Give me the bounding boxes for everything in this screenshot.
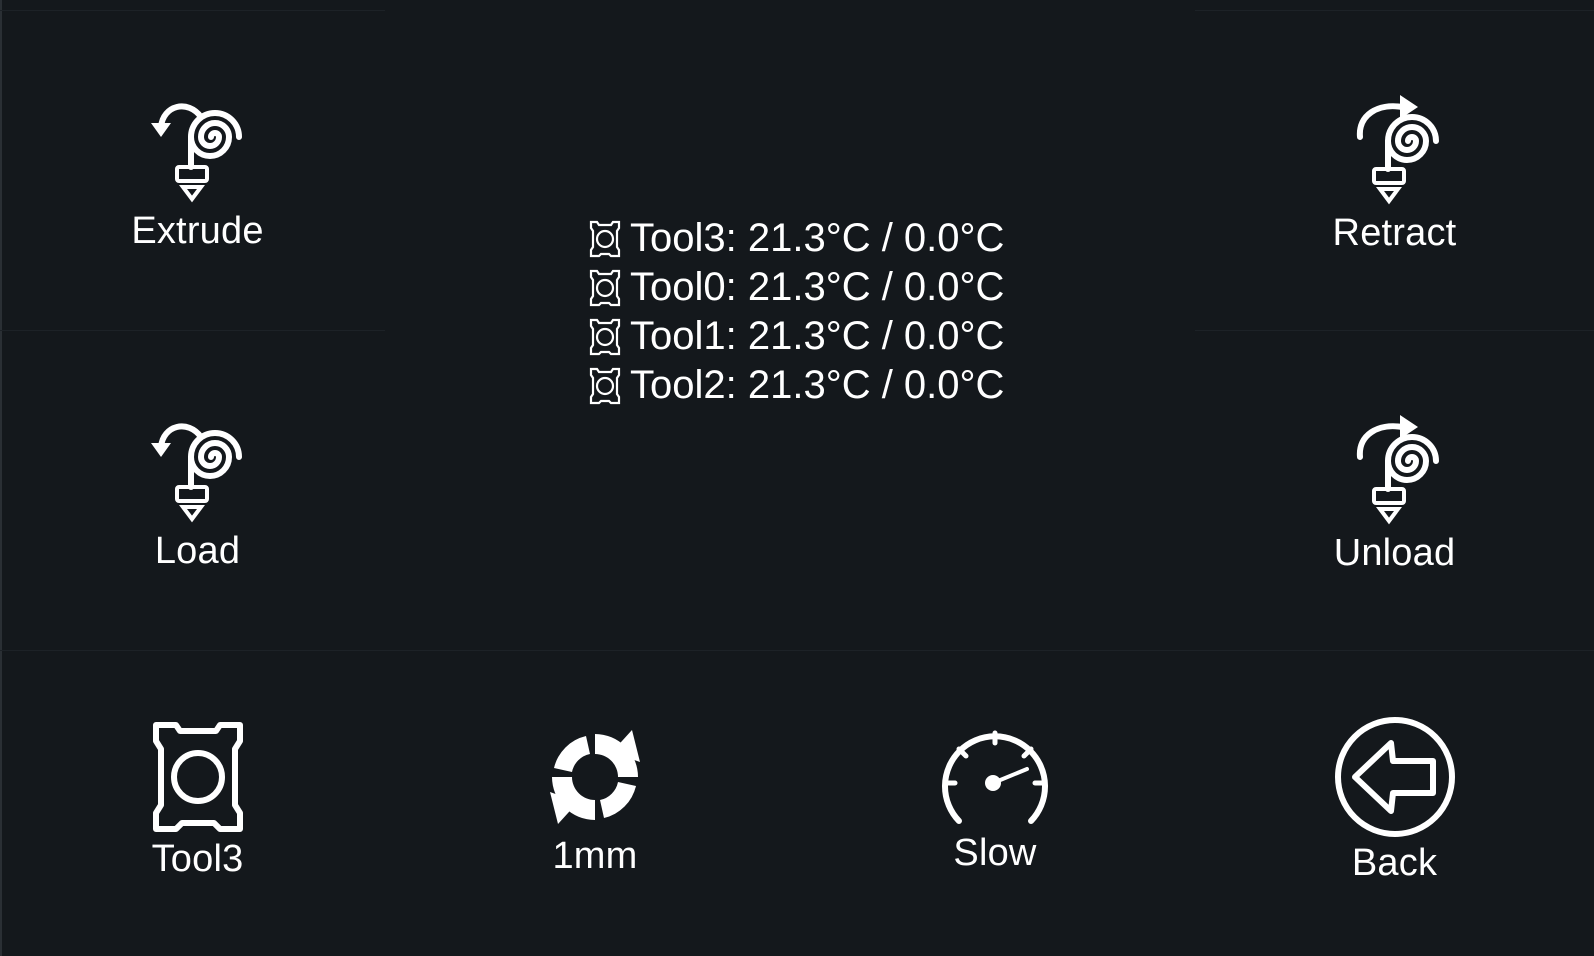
tool-select-button[interactable]: Tool3	[0, 650, 395, 950]
unload-label: Unload	[1333, 532, 1456, 574]
speed-label: Slow	[953, 832, 1037, 874]
temperature-text: Tool3: 21.3°C / 0.0°C	[630, 216, 1005, 260]
speedometer-icon	[942, 730, 1048, 824]
tool-select-label: Tool3	[151, 838, 244, 880]
extruder-tool-icon	[589, 318, 621, 355]
extruder-tool-icon	[589, 269, 621, 306]
distance-label: 1mm	[552, 835, 638, 877]
extruder-tool-icon	[589, 367, 621, 404]
extruder-tool-icon	[589, 220, 621, 257]
retract-button[interactable]: Retract	[1195, 10, 1594, 330]
temperature-row: Tool1: 21.3°C / 0.0°C	[586, 312, 1004, 361]
extrude-icon	[150, 103, 242, 203]
load-icon	[150, 423, 242, 523]
extrude-button[interactable]: Extrude	[0, 10, 395, 330]
temperature-text: Tool1: 21.3°C / 0.0°C	[630, 314, 1005, 358]
retract-label: Retract	[1332, 212, 1457, 254]
refresh-cycle-icon	[550, 730, 640, 824]
load-label: Load	[154, 530, 241, 572]
retract-icon	[1356, 95, 1439, 205]
temperature-text: Tool2: 21.3°C / 0.0°C	[630, 363, 1005, 407]
temperature-row: Tool2: 21.3°C / 0.0°C	[586, 361, 1004, 410]
temperature-text: Tool0: 21.3°C / 0.0°C	[630, 265, 1005, 309]
unload-icon	[1356, 415, 1439, 525]
temperature-row: Tool0: 21.3°C / 0.0°C	[586, 263, 1004, 312]
temperature-list: Tool3: 21.3°C / 0.0°C Tool0: 21.3°C / 0.…	[586, 214, 1004, 410]
extruder-tool-icon	[152, 722, 243, 832]
unload-button[interactable]: Unload	[1195, 330, 1594, 650]
back-label: Back	[1351, 842, 1438, 884]
load-button[interactable]: Load	[0, 330, 395, 650]
extrude-label: Extrude	[131, 210, 264, 252]
temperature-row: Tool3: 21.3°C / 0.0°C	[586, 214, 1004, 263]
speed-button[interactable]: Slow	[795, 650, 1195, 950]
distance-button[interactable]: 1mm	[395, 650, 795, 950]
extrude-panel: Extrude Retract Load Unload Tool3: 21.3°…	[0, 0, 1594, 956]
back-arrow-icon	[1334, 717, 1455, 837]
back-button[interactable]: Back	[1195, 650, 1594, 950]
